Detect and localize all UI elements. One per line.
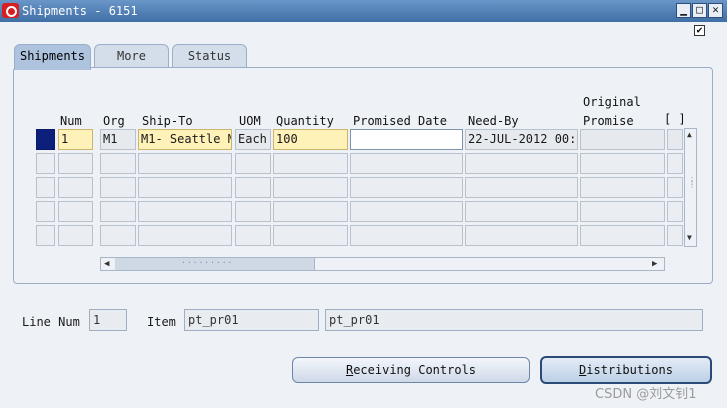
cell-num[interactable]: 1 (58, 129, 93, 150)
header-promised-date: Promised Date (353, 114, 447, 128)
empty-cell[interactable] (100, 225, 136, 246)
empty-cell[interactable] (235, 177, 271, 198)
empty-cell[interactable] (580, 201, 665, 222)
row-selector[interactable] (36, 153, 55, 174)
distributions-label: istributions (586, 363, 673, 377)
cell-org[interactable]: M1 (100, 129, 136, 150)
empty-cell[interactable] (350, 177, 463, 198)
distributions-button[interactable]: Distributions (540, 356, 712, 384)
header-ship-to: Ship-To (142, 114, 193, 128)
row-selector[interactable] (36, 177, 55, 198)
empty-cell[interactable] (235, 225, 271, 246)
row-selector[interactable] (36, 201, 55, 222)
window-content: ✔ Shipments More Status Num Org Ship-To … (0, 22, 727, 408)
empty-cell[interactable] (465, 225, 578, 246)
tab-shipments[interactable]: Shipments (14, 44, 91, 70)
empty-cell[interactable] (667, 201, 683, 222)
header-num: Num (60, 114, 82, 128)
empty-cell[interactable] (465, 177, 578, 198)
oracle-app-icon[interactable] (2, 3, 19, 18)
cell-quantity[interactable]: 100 (273, 129, 348, 150)
empty-cell[interactable] (580, 177, 665, 198)
header-original-promise-line2: Promise (583, 114, 634, 128)
empty-cell[interactable] (58, 201, 93, 222)
scroll-up-icon[interactable]: ▲ (687, 130, 692, 139)
close-button[interactable]: ✕ (708, 3, 723, 18)
item-label: Item (147, 315, 176, 329)
item-field[interactable]: pt_pr01 (184, 309, 319, 331)
header-quantity: Quantity (276, 114, 334, 128)
cell-original-promise[interactable] (580, 129, 665, 150)
receiving-controls-button[interactable]: Receiving Controls (292, 357, 530, 383)
receiving-controls-label: eceiving Controls (353, 363, 477, 377)
header-uom: UOM (239, 114, 261, 128)
cell-need-by[interactable]: 22-JUL-2012 00:0 (465, 129, 578, 150)
empty-cell[interactable] (138, 201, 232, 222)
empty-cell[interactable] (100, 177, 136, 198)
tab-status[interactable]: Status (172, 44, 247, 68)
empty-cell[interactable] (667, 153, 683, 174)
scroll-down-icon[interactable]: ▼ (687, 233, 692, 242)
empty-cell[interactable] (58, 177, 93, 198)
scroll-left-icon[interactable]: ◀ (104, 258, 109, 270)
empty-cell[interactable] (273, 177, 348, 198)
empty-cell[interactable] (273, 225, 348, 246)
cell-ship-to[interactable]: M1- Seattle M (138, 129, 232, 150)
scroll-grip-icon: ⋮ ⋮ (688, 176, 696, 189)
empty-cell[interactable] (465, 153, 578, 174)
empty-cell[interactable] (667, 177, 683, 198)
empty-cell[interactable] (138, 153, 232, 174)
maximize-button[interactable]: □ (692, 3, 707, 18)
scroll-grip-icon: ········· (181, 258, 234, 267)
more-columns-icon[interactable]: [ ] (664, 112, 686, 126)
window-title: Shipments - 6151 (22, 4, 138, 18)
minimize-button[interactable]: ▁ (676, 3, 691, 18)
empty-cell[interactable] (580, 153, 665, 174)
cell-promised-date[interactable] (350, 129, 463, 150)
header-org: Org (103, 114, 125, 128)
empty-cell[interactable] (58, 225, 93, 246)
vertical-scrollbar[interactable]: ▲ ⋮ ⋮ ▼ (684, 128, 697, 247)
title-bar[interactable]: Shipments - 6151 ▁ □ ✕ (0, 0, 727, 22)
empty-cell[interactable] (235, 201, 271, 222)
empty-cell[interactable] (350, 225, 463, 246)
line-num-field[interactable]: 1 (89, 309, 127, 331)
empty-cell[interactable] (138, 177, 232, 198)
empty-cell[interactable] (667, 225, 683, 246)
tab-more[interactable]: More (94, 44, 169, 68)
scroll-right-icon[interactable]: ▶ (652, 258, 657, 270)
cell-uom[interactable]: Each (235, 129, 271, 150)
empty-cell[interactable] (273, 153, 348, 174)
row-selector-active[interactable] (36, 129, 55, 150)
line-num-label: Line Num (22, 315, 80, 329)
header-need-by: Need-By (468, 114, 519, 128)
empty-cell[interactable] (235, 153, 271, 174)
empty-cell[interactable] (58, 153, 93, 174)
empty-cell[interactable] (273, 201, 348, 222)
empty-cell[interactable] (580, 225, 665, 246)
horizontal-scrollbar[interactable]: ◀ ········· ▶ (100, 257, 665, 271)
row-selector[interactable] (36, 225, 55, 246)
empty-cell[interactable] (138, 225, 232, 246)
item-description-field[interactable]: pt_pr01 (325, 309, 703, 331)
empty-cell[interactable] (465, 201, 578, 222)
empty-cell[interactable] (350, 201, 463, 222)
cell-more[interactable] (667, 129, 683, 150)
empty-cell[interactable] (350, 153, 463, 174)
empty-cell[interactable] (100, 201, 136, 222)
header-original-promise-line1: Original (583, 95, 641, 109)
window-checkbox[interactable]: ✔ (694, 25, 705, 36)
empty-cell[interactable] (100, 153, 136, 174)
watermark: CSDN @刘文钊1 (595, 387, 697, 402)
